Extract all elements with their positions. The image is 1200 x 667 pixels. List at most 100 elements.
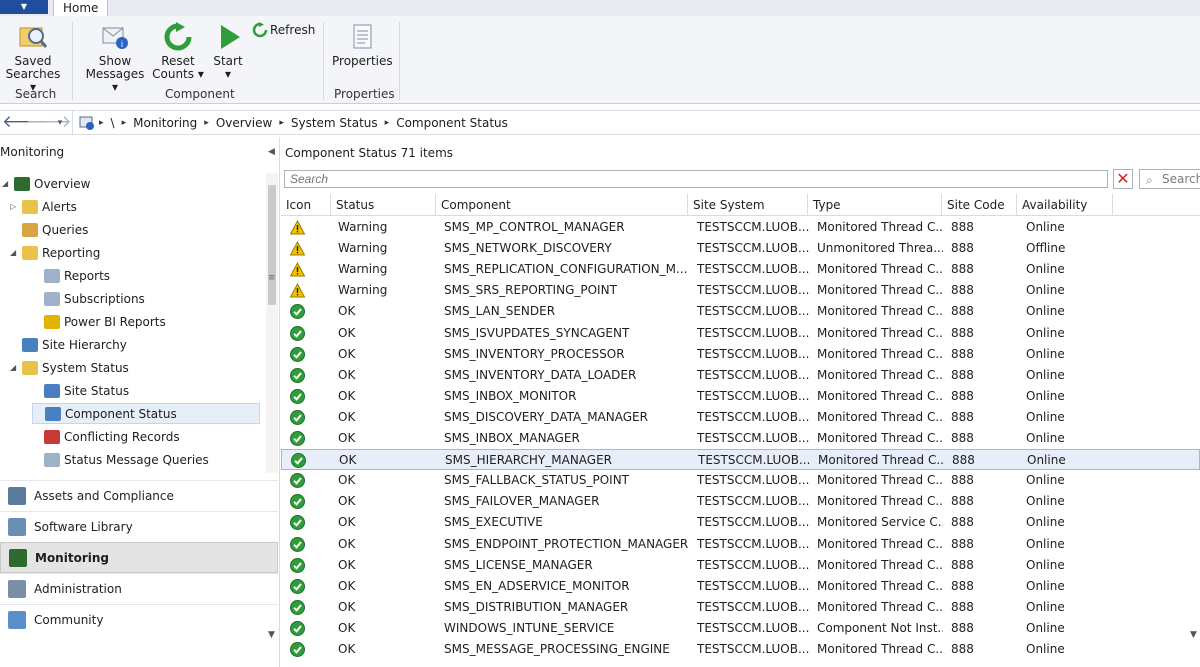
tree-item-component-status[interactable]: Component Status: [32, 403, 260, 424]
breadcrumb-component-status[interactable]: Component Status: [396, 116, 508, 130]
workspace-assets-and-compliance[interactable]: Assets and Compliance: [0, 480, 278, 511]
forward-button[interactable]: 🡒: [26, 114, 72, 132]
column-header-site-code[interactable]: Site Code: [942, 194, 1017, 216]
table-row[interactable]: OK SMS_HIERARCHY_MANAGER TESTSCCM.LUOB... M…: [281, 449, 1200, 471]
messages-icon: i: [102, 27, 128, 49]
expander-icon[interactable]: ◢: [10, 363, 22, 372]
search-button[interactable]: ⌕ Search: [1139, 169, 1200, 189]
tree-item-reports[interactable]: Reports: [32, 265, 110, 286]
table-row[interactable]: OK SMS_ENDPOINT_PROTECTION_MANAGER TESTSCC…: [281, 534, 1200, 555]
group-label-properties: Properties: [334, 87, 395, 101]
column-header-type[interactable]: Type: [808, 194, 942, 216]
table-row[interactable]: OK SMS_INBOX_MANAGER TESTSCCM.LUOB... Monit…: [281, 428, 1200, 449]
tree-item-system-status[interactable]: ◢ System Status: [10, 357, 129, 378]
cell-component: SMS_INBOX_MONITOR: [444, 388, 577, 403]
expander-icon[interactable]: ◢: [10, 248, 22, 257]
cell-site-system: TESTSCCM.LUOB...: [697, 620, 809, 635]
table-row[interactable]: OK SMS_DISTRIBUTION_MANAGER TESTSCCM.LUOB.…: [281, 597, 1200, 618]
expander-icon[interactable]: ▷: [10, 202, 22, 211]
table-row[interactable]: OK SMS_LICENSE_MANAGER TESTSCCM.LUOB... Mon…: [281, 555, 1200, 576]
workspace-community[interactable]: Community: [0, 604, 278, 635]
cell-component: SMS_NETWORK_DISCOVERY: [444, 241, 612, 256]
group-label-component: Component: [165, 87, 235, 101]
results-pane: Component Status 71 items ✕ ⌕ Search Ico…: [281, 137, 1200, 667]
back-button[interactable]: 🡐: [2, 114, 48, 132]
tree-item-subscriptions[interactable]: Subscriptions: [32, 288, 145, 309]
workspace-software-library[interactable]: Software Library: [0, 511, 278, 542]
column-header-availability[interactable]: Availability: [1017, 194, 1113, 216]
cell-site-code: 888: [951, 388, 974, 403]
cell-status: OK: [338, 515, 356, 530]
tab-home[interactable]: Home: [53, 0, 109, 16]
history-dropdown[interactable]: ▾: [50, 114, 70, 132]
table-row[interactable]: OK SMS_LAN_SENDER TESTSCCM.LUOB... Monitore…: [281, 301, 1200, 322]
cell-type: Monitored Thread C...: [817, 262, 943, 277]
cell-site-code: 888: [951, 536, 974, 551]
table-row[interactable]: Warning SMS_REPLICATION_CONFIGURATION_M..…: [281, 259, 1200, 280]
group-separator: [399, 22, 400, 100]
reset-counts-button[interactable]: Reset Counts ▾: [150, 22, 206, 81]
cell-site-system: TESTSCCM.LUOB...: [697, 367, 809, 382]
tree-item-status-message-queries[interactable]: Status Message Queries: [32, 449, 209, 470]
table-row[interactable]: OK SMS_INVENTORY_PROCESSOR TESTSCCM.LUOB..…: [281, 344, 1200, 365]
cell-component: SMS_SRS_REPORTING_POINT: [444, 283, 617, 298]
tree-item-site-status[interactable]: Site Status: [32, 380, 129, 401]
properties-button[interactable]: Properties: [332, 22, 393, 68]
start-button[interactable]: Start ▾: [210, 22, 246, 81]
breadcrumb-overview[interactable]: Overview: [216, 116, 273, 130]
search-input[interactable]: [284, 170, 1108, 188]
show-messages-button[interactable]: i Show Messages ▾: [84, 22, 146, 94]
table-row[interactable]: OK SMS_INVENTORY_DATA_LOADER TESTSCCM.LUOB…: [281, 365, 1200, 386]
ok-check-icon: [290, 599, 305, 615]
tree-item-conflicting-records[interactable]: Conflicting Records: [32, 426, 180, 447]
table-row[interactable]: Warning SMS_MP_CONTROL_MANAGER TESTSCCM.LU…: [281, 217, 1200, 238]
ok-check-icon: [290, 367, 305, 383]
saved-searches-button[interactable]: Saved Searches ▾: [4, 22, 62, 94]
breadcrumb-system-status[interactable]: System Status: [291, 116, 378, 130]
tree-item-label: Reports: [64, 268, 111, 283]
refresh-button[interactable]: Refresh: [252, 22, 315, 38]
expander-icon[interactable]: ◢: [2, 179, 14, 188]
table-row[interactable]: OK SMS_FALLBACK_STATUS_POINT TESTSCCM.LUOB…: [281, 470, 1200, 491]
scroll-down-arrow[interactable]: ▼: [268, 630, 275, 640]
tree-item-overview[interactable]: ◢ Overview: [2, 173, 91, 194]
workspace-administration[interactable]: Administration: [0, 573, 278, 604]
cell-status: OK: [338, 409, 356, 424]
table-row[interactable]: OK SMS_EXECUTIVE TESTSCCM.LUOB... Monitored…: [281, 512, 1200, 533]
cell-status: OK: [338, 473, 356, 488]
table-row[interactable]: OK SMS_FAILOVER_MANAGER TESTSCCM.LUOB... Mo…: [281, 491, 1200, 512]
tree-item-power-bi-reports[interactable]: Power BI Reports: [32, 311, 166, 332]
breadcrumb-monitoring[interactable]: Monitoring: [133, 116, 197, 130]
workspace-label: Assets and Compliance: [34, 489, 174, 503]
tree-item-reporting[interactable]: ◢ Reporting: [10, 242, 100, 263]
cell-site-code: 888: [951, 262, 974, 277]
table-row[interactable]: OK SMS_DISCOVERY_DATA_MANAGER TESTSCCM.LUO…: [281, 407, 1200, 428]
breadcrumb-separator: ▸: [384, 117, 390, 128]
ok-check-icon: [291, 453, 306, 469]
nav-scrollbar[interactable]: ≡: [266, 173, 278, 473]
column-header-component[interactable]: Component: [436, 194, 688, 216]
table-row[interactable]: OK SMS_EN_ADSERVICE_MONITOR TESTSCCM.LUOB.…: [281, 576, 1200, 597]
workspace-monitoring[interactable]: Monitoring: [0, 542, 278, 573]
clear-search-button[interactable]: ✕: [1113, 169, 1133, 189]
cell-status: OK: [339, 453, 357, 468]
table-row[interactable]: OK SMS_INBOX_MONITOR TESTSCCM.LUOB... Monit…: [281, 386, 1200, 407]
tree-item-queries[interactable]: Queries: [10, 219, 88, 240]
cell-site-system: TESTSCCM.LUOB...: [697, 241, 809, 256]
column-header-icon[interactable]: Icon: [281, 194, 331, 216]
scrollbar-thumb[interactable]: [268, 185, 276, 305]
workspace-label: Community: [34, 613, 104, 627]
breadcrumb-root[interactable]: \: [111, 116, 115, 130]
tree-item-alerts[interactable]: ▷ Alerts: [10, 196, 77, 217]
column-header-status[interactable]: Status: [331, 194, 436, 216]
table-row[interactable]: OK SMS_MESSAGE_PROCESSING_ENGINE TESTSCCM.…: [281, 639, 1200, 660]
scroll-down-arrow[interactable]: ▼: [1190, 630, 1197, 640]
column-header-site-system[interactable]: Site System: [688, 194, 808, 216]
app-menu-button[interactable]: ▼: [0, 0, 48, 14]
table-row[interactable]: Warning SMS_SRS_REPORTING_POINT TESTSCCM.L…: [281, 280, 1200, 301]
collapse-pane-button[interactable]: ◀: [268, 147, 275, 157]
table-row[interactable]: OK WINDOWS_INTUNE_SERVICE TESTSCCM.LUOB...…: [281, 618, 1200, 639]
table-row[interactable]: OK SMS_ISVUPDATES_SYNCAGENT TESTSCCM.LUOB.…: [281, 323, 1200, 344]
table-row[interactable]: Warning SMS_NETWORK_DISCOVERY TESTSCCM.LUO…: [281, 238, 1200, 259]
tree-item-site-hierarchy[interactable]: Site Hierarchy: [10, 334, 127, 355]
